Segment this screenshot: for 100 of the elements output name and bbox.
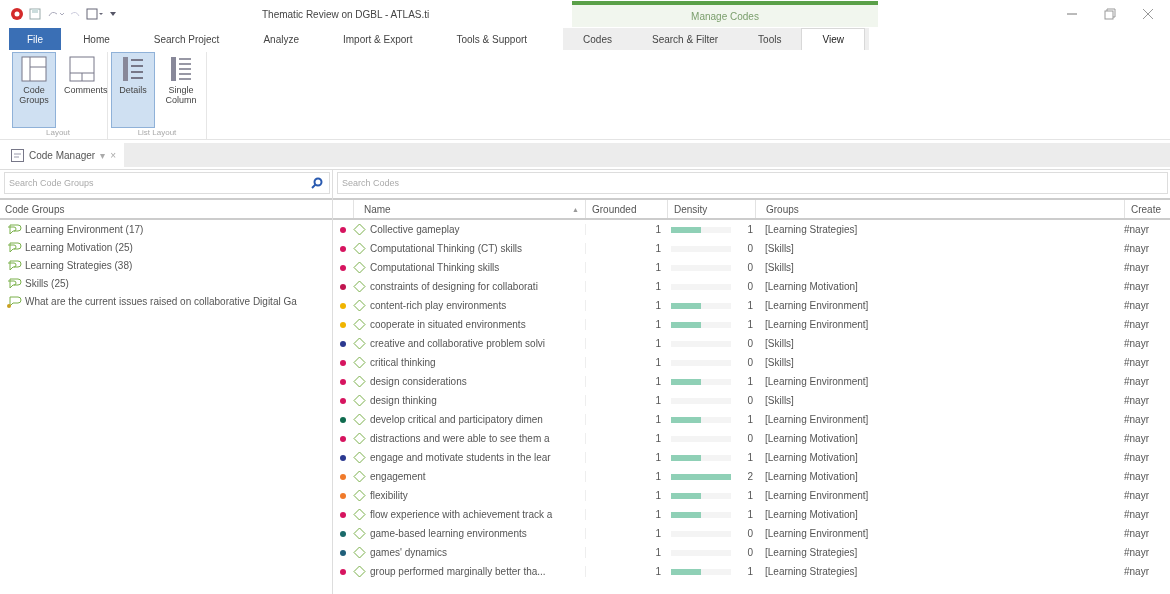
- code-group-item[interactable]: Learning Strategies (38): [0, 256, 332, 274]
- code-name[interactable]: games' dynamics: [353, 546, 585, 559]
- code-groups-text: [Learning Environment]: [764, 528, 870, 539]
- undo-icon[interactable]: [46, 9, 64, 19]
- density-count: 0: [747, 243, 754, 254]
- code-name[interactable]: engage and motivate students in the lear: [353, 451, 585, 464]
- creator-text: #nayr: [1124, 243, 1150, 254]
- creator-text: #nayr: [1124, 490, 1150, 501]
- code-icon: [353, 527, 366, 540]
- column-header[interactable]: Code Groups: [0, 198, 332, 220]
- creator-text: #nayr: [1124, 471, 1150, 482]
- grounded-count: 1: [585, 262, 667, 273]
- code-icon: [353, 508, 366, 521]
- code-icon: [353, 223, 366, 236]
- ribbon-tab[interactable]: View: [801, 28, 865, 50]
- code-name[interactable]: distractions and were able to see them a: [353, 432, 585, 445]
- restore-icon[interactable]: [1104, 8, 1116, 20]
- creator-text: #nayr: [1124, 319, 1150, 330]
- code-groups-text: [Learning Motivation]: [764, 509, 859, 520]
- code-name[interactable]: engagement: [353, 470, 585, 483]
- code-icon: [353, 565, 366, 578]
- close-icon[interactable]: [1142, 8, 1154, 20]
- code-groups-text: [Skills]: [764, 357, 795, 368]
- file-tab[interactable]: File: [9, 28, 62, 50]
- creator-text: #nayr: [1124, 452, 1150, 463]
- search-field[interactable]: Search Code Groups: [4, 172, 330, 194]
- code-groups-text: [Skills]: [764, 338, 795, 349]
- code-icon: [353, 546, 366, 559]
- code-name[interactable]: creative and collaborative problem solvi: [353, 337, 585, 350]
- code-name[interactable]: flow experience with achievement track a: [353, 508, 585, 521]
- app-logo-icon[interactable]: [10, 7, 24, 21]
- code-icon: [353, 318, 366, 331]
- code-name[interactable]: Computational Thinking (CT) skills: [353, 242, 585, 255]
- density-count: 1: [747, 414, 754, 425]
- grounded-count: 1: [585, 376, 667, 387]
- code-name[interactable]: Computational Thinking skills: [353, 261, 585, 274]
- creator-text: #nayr: [1124, 262, 1150, 273]
- creator-text: #nayr: [1124, 566, 1150, 577]
- ribbon-button[interactable]: Details: [111, 52, 155, 128]
- code-name[interactable]: group performed marginally better tha...: [353, 565, 585, 578]
- code-groups-icon: [20, 55, 48, 83]
- code-groups-text: [Learning Motivation]: [764, 452, 859, 463]
- density-count: 1: [747, 319, 754, 330]
- code-name[interactable]: Collective gameplay: [353, 223, 585, 236]
- grounded-count: 1: [585, 433, 667, 444]
- creator-text: #nayr: [1124, 414, 1150, 425]
- code-icon: [353, 337, 366, 350]
- density-count: 1: [747, 490, 754, 501]
- code-name[interactable]: design thinking: [353, 394, 585, 407]
- code-group-item[interactable]: Learning Environment (17): [0, 220, 332, 238]
- ribbon-button[interactable]: Code Groups: [12, 52, 56, 128]
- density-count: 1: [747, 566, 754, 577]
- code-group-item[interactable]: Skills (25): [0, 274, 332, 292]
- code-name[interactable]: develop critical and participatory dimen: [353, 413, 585, 426]
- code-name[interactable]: constraints of designing for collaborati: [353, 280, 585, 293]
- window-icon[interactable]: [86, 8, 104, 20]
- column-header[interactable]: Grounded: [585, 200, 667, 218]
- code-icon: [353, 356, 366, 369]
- density-count: 0: [747, 338, 754, 349]
- grounded-count: 1: [585, 528, 667, 539]
- code-group-icon: [6, 240, 22, 254]
- grounded-count: 1: [585, 547, 667, 558]
- ribbon-button[interactable]: Single Column: [159, 52, 203, 128]
- code-icon: [353, 489, 366, 502]
- code-icon: [353, 451, 366, 464]
- code-groups-text: [Learning Motivation]: [764, 471, 859, 482]
- code-group-item[interactable]: What are the current issues raised on collaborative Digital Ga: [0, 292, 332, 310]
- creator-text: #nayr: [1124, 300, 1150, 311]
- density-count: 0: [747, 262, 754, 273]
- code-name[interactable]: design considerations: [353, 375, 585, 388]
- creator-text: #nayr: [1124, 281, 1150, 292]
- grounded-count: 1: [585, 281, 667, 292]
- column-header[interactable]: Groups: [755, 200, 1124, 218]
- dropdown-icon[interactable]: [109, 10, 117, 18]
- column-header[interactable]: Density: [667, 200, 755, 218]
- search-input[interactable]: Search Code Groups: [5, 178, 311, 188]
- code-icon: [353, 375, 366, 388]
- code-name[interactable]: content-rich play environments: [353, 299, 585, 312]
- search-input[interactable]: Search Codes: [338, 178, 1161, 188]
- grounded-count: 1: [585, 357, 667, 368]
- search-icon[interactable]: [311, 177, 323, 189]
- search-field[interactable]: Search Codes: [337, 172, 1168, 194]
- grounded-count: 1: [585, 243, 667, 254]
- code-icon: [353, 470, 366, 483]
- redo-icon[interactable]: [69, 9, 81, 19]
- code-name[interactable]: cooperate in situated environments: [353, 318, 585, 331]
- code-icon: [353, 413, 366, 426]
- code-icon: [353, 299, 366, 312]
- save-icon[interactable]: [29, 8, 41, 20]
- density-count: 1: [747, 452, 754, 463]
- code-group-icon: [6, 276, 22, 290]
- code-name[interactable]: critical thinking: [353, 356, 585, 369]
- code-name[interactable]: game-based learning environments: [353, 527, 585, 540]
- code-groups-text: [Skills]: [764, 243, 795, 254]
- code-name[interactable]: flexibility: [353, 489, 585, 502]
- column-header[interactable]: Create: [1124, 200, 1170, 218]
- ribbon-group-label: List Layout: [136, 128, 178, 139]
- grounded-count: 1: [585, 490, 667, 501]
- code-group-item[interactable]: Learning Motivation (25): [0, 238, 332, 256]
- density-count: 1: [747, 224, 754, 235]
